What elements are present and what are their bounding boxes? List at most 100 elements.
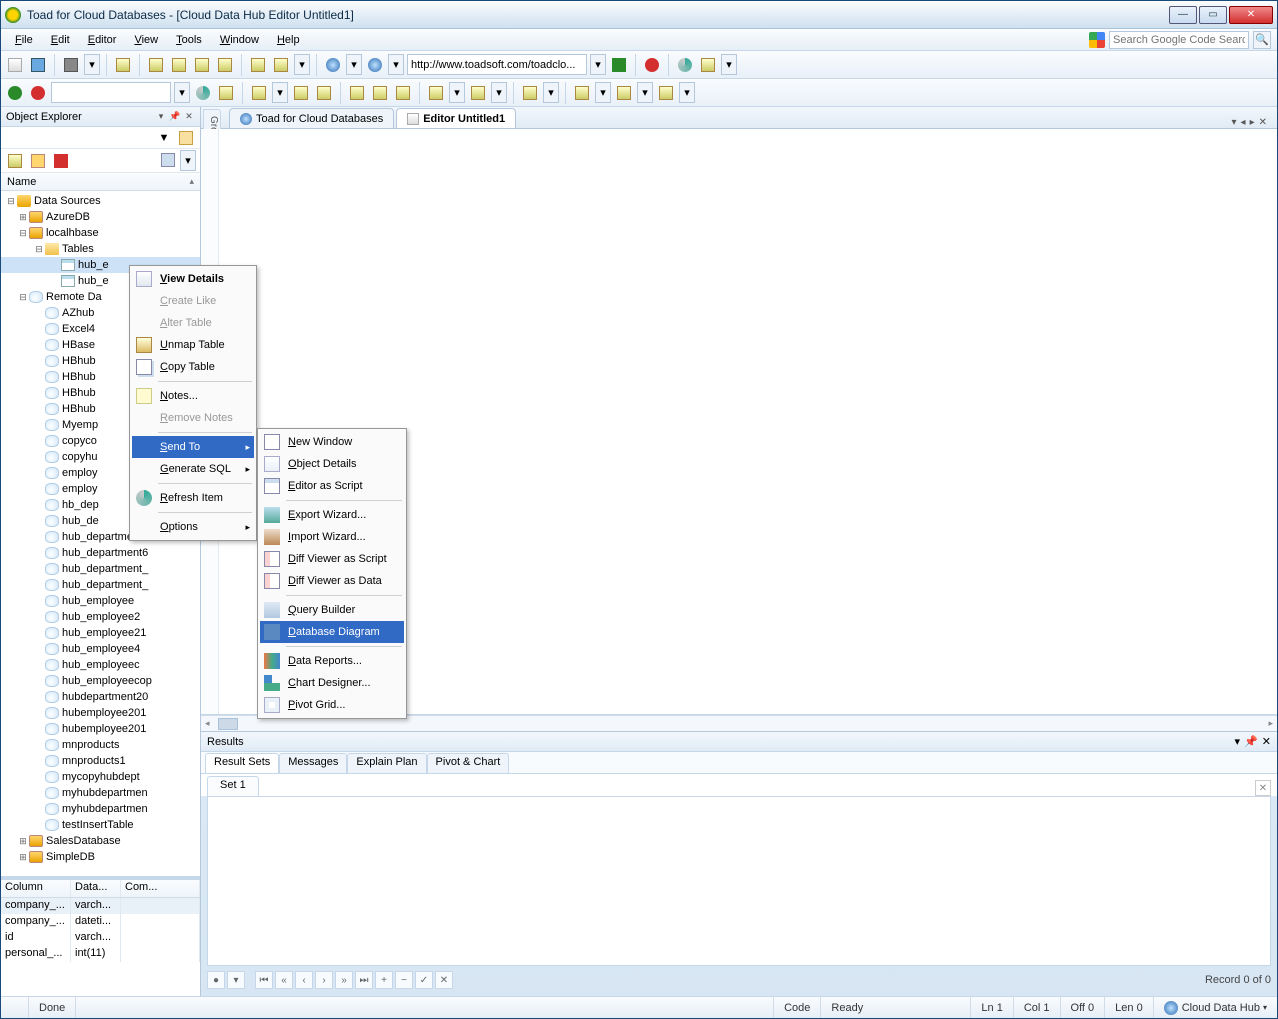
ctx-editor-as-script[interactable]: Editor as Script (260, 475, 404, 497)
url-field[interactable]: http://www.toadsoft.com/toadclo... (407, 54, 587, 75)
ctx-chart-designer-[interactable]: Chart Designer... (260, 672, 404, 694)
tree-root[interactable]: ⊟Data Sources (1, 193, 200, 209)
tree-node[interactable]: hub_department_ (1, 577, 200, 593)
browser-back-button[interactable] (323, 55, 343, 75)
results-tab[interactable]: Result Sets (205, 753, 279, 773)
result-set-close[interactable]: ✕ (1255, 780, 1271, 796)
ctx-generate-sql[interactable]: Generate SQL▸ (132, 458, 254, 480)
tree-tool2[interactable] (28, 151, 48, 171)
go-button[interactable] (609, 55, 629, 75)
results-pin-icon[interactable]: 📌 (1244, 735, 1258, 748)
column-row[interactable]: idvarch... (1, 930, 200, 946)
column-row[interactable]: company_...dateti... (1, 914, 200, 930)
ctx-import-wizard-[interactable]: Import Wizard... (260, 526, 404, 548)
tree-node[interactable]: ⊞SimpleDB (1, 849, 200, 865)
tool3-button[interactable] (169, 55, 189, 75)
tool1-button[interactable] (113, 55, 133, 75)
tool4-button[interactable] (192, 55, 212, 75)
status-hub[interactable]: Cloud Data Hub (1182, 1002, 1260, 1014)
tool2-button[interactable] (146, 55, 166, 75)
tree-tool1[interactable] (5, 151, 25, 171)
tb2-5[interactable] (314, 83, 334, 103)
tree-node[interactable]: ⊟Tables (1, 241, 200, 257)
tool8-button[interactable] (698, 55, 718, 75)
results-tab[interactable]: Explain Plan (347, 753, 426, 773)
tree-node[interactable]: hub_department6 (1, 545, 200, 561)
tree-node[interactable]: hub_employeec (1, 657, 200, 673)
tab-prev-icon[interactable]: ◂ (1241, 117, 1246, 128)
new-button[interactable] (5, 55, 25, 75)
menu-view[interactable]: View (126, 32, 166, 48)
tree-node[interactable]: hub_employee2 (1, 609, 200, 625)
col-header-data[interactable]: Data... (71, 880, 121, 897)
nav-delete-button[interactable]: − (395, 971, 413, 989)
ctx-data-reports-[interactable]: Data Reports... (260, 650, 404, 672)
tree-node[interactable]: hub_employee (1, 593, 200, 609)
panel-close-icon[interactable]: ✕ (183, 111, 195, 123)
tb2-1[interactable] (193, 83, 213, 103)
tb2-12[interactable] (572, 83, 592, 103)
nav-dropdown[interactable]: ▾ (227, 971, 245, 989)
browser-fwd-button[interactable] (365, 55, 385, 75)
ctx-database-diagram[interactable]: Database Diagram (260, 621, 404, 643)
ctx-diff-viewer-as-script[interactable]: Diff Viewer as Script (260, 548, 404, 570)
tree-node[interactable]: ⊞SalesDatabase (1, 833, 200, 849)
col-header-comment[interactable]: Com... (121, 880, 200, 897)
exec-button[interactable] (5, 83, 25, 103)
menu-file[interactable]: File (7, 32, 41, 48)
ctx-options[interactable]: Options▸ (132, 516, 254, 538)
schema-combo[interactable] (51, 82, 171, 103)
ctx-view-details[interactable]: View Details (132, 268, 254, 290)
tb2-8[interactable] (393, 83, 413, 103)
print-dropdown[interactable]: ▾ (84, 54, 100, 75)
tree-node[interactable]: myhubdepartmen (1, 785, 200, 801)
tree-tool3[interactable] (51, 151, 71, 171)
tb2-9[interactable] (426, 83, 446, 103)
print-button[interactable] (61, 55, 81, 75)
tree-node[interactable]: hubdepartment20 (1, 689, 200, 705)
col-header-column[interactable]: Column (1, 880, 71, 897)
url-dropdown[interactable]: ▾ (590, 54, 606, 75)
ctx-object-details[interactable]: Object Details (260, 453, 404, 475)
filter-button[interactable]: ▼ (154, 128, 174, 148)
results-dropdown-icon[interactable]: ▾ (1235, 735, 1241, 748)
browser-fwd-dropdown[interactable]: ▾ (388, 54, 404, 75)
search-input[interactable] (1109, 31, 1249, 49)
ctx-new-window[interactable]: New Window (260, 431, 404, 453)
menu-help[interactable]: Help (269, 32, 308, 48)
tree-node[interactable]: testInsertTable (1, 817, 200, 833)
tree-scroll-up-icon[interactable]: ▴ (189, 176, 194, 187)
nav-first-button[interactable]: ⏮ (255, 971, 273, 989)
menu-window[interactable]: Window (212, 32, 267, 48)
view-mode[interactable] (158, 150, 178, 170)
tb2-6[interactable] (347, 83, 367, 103)
save-button[interactable] (28, 55, 48, 75)
menu-tools[interactable]: Tools (168, 32, 210, 48)
tree-node[interactable]: mnproducts1 (1, 753, 200, 769)
ctx-refresh-item[interactable]: Refresh Item (132, 487, 254, 509)
search-go-button[interactable]: 🔍 (1253, 31, 1271, 49)
doc-tab[interactable]: Editor Untitled1 (396, 108, 516, 128)
tb2-2[interactable] (216, 83, 236, 103)
tb2-7[interactable] (370, 83, 390, 103)
ctx-send-to[interactable]: Send To▸ (132, 436, 254, 458)
doc-tab[interactable]: Toad for Cloud Databases (229, 108, 394, 128)
tab-menu-icon[interactable]: ▾ (1232, 117, 1237, 128)
nav-add-button[interactable]: + (375, 971, 393, 989)
tb2-11[interactable] (520, 83, 540, 103)
ctx-query-builder[interactable]: Query Builder (260, 599, 404, 621)
schema-dropdown[interactable]: ▾ (174, 82, 190, 103)
tree-node[interactable]: hub_employee4 (1, 641, 200, 657)
tree-node[interactable]: hubemployee201 (1, 721, 200, 737)
tool7-button[interactable] (271, 55, 291, 75)
minimize-button[interactable]: — (1169, 6, 1197, 24)
results-grid[interactable] (207, 796, 1271, 966)
tb2-10[interactable] (468, 83, 488, 103)
tree-node[interactable]: hub_employeecop (1, 673, 200, 689)
tree-node[interactable]: hub_employee21 (1, 625, 200, 641)
tb2-4[interactable] (291, 83, 311, 103)
tree-node[interactable]: mycopyhubdept (1, 769, 200, 785)
menu-editor[interactable]: Editor (80, 32, 125, 48)
nav-cancel-button[interactable]: ✕ (435, 971, 453, 989)
results-tab[interactable]: Messages (279, 753, 347, 773)
